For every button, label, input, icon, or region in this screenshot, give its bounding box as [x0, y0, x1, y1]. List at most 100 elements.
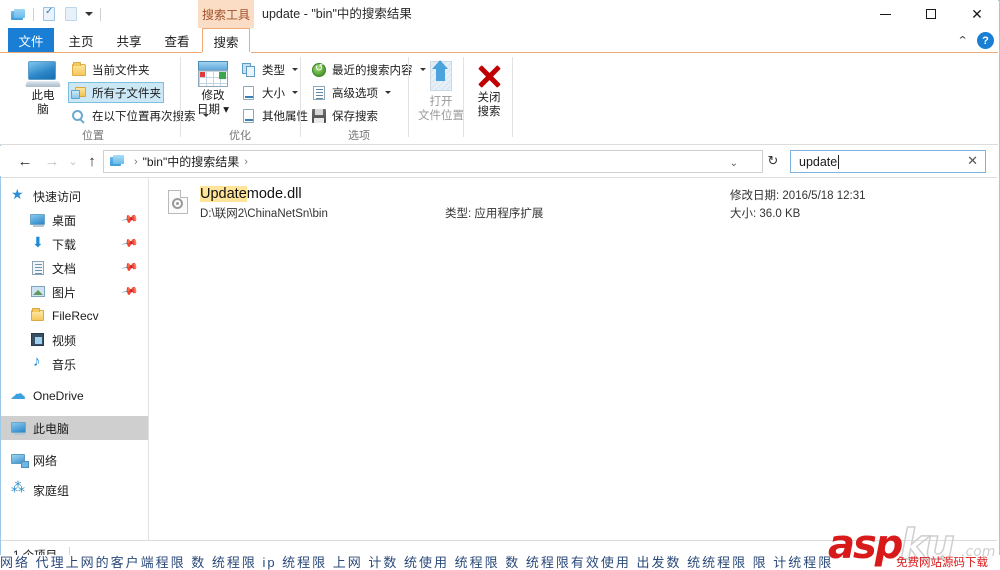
documents-icon — [30, 260, 46, 276]
ribbon-group-options: 最近的搜索内容 高级选项 保存搜索 选项 — [306, 53, 426, 145]
file-type: 类型: 应用程序扩展 — [445, 205, 543, 221]
ribbon-right-controls: ⌃ ? — [957, 28, 994, 53]
chevron-down-icon[interactable] — [292, 91, 298, 94]
ribbon-group-options-label: 选项 — [348, 130, 370, 142]
pin-icon[interactable]: 📌 — [121, 282, 140, 301]
new-folder-icon[interactable] — [60, 3, 82, 25]
file-date-label: 修改日期: — [730, 190, 780, 202]
homegroup-icon — [11, 479, 27, 498]
address-dropdown-icon[interactable]: ⌄ — [730, 158, 738, 169]
close-button[interactable]: ✕ — [954, 0, 1000, 28]
refresh-button[interactable]: ↻ — [764, 150, 782, 171]
kind-button[interactable]: 类型 — [238, 59, 301, 80]
file-size: 大小: 36.0 KB — [730, 205, 800, 221]
close-search-button[interactable]: 关闭 搜索 — [460, 57, 518, 129]
forward-button[interactable]: → — [41, 150, 63, 172]
sidebar-item-label: 音乐 — [52, 357, 77, 372]
folder-icon[interactable] — [7, 3, 29, 25]
collapse-ribbon-icon[interactable]: ⌃ — [957, 34, 969, 47]
ribbon-group-location-label: 位置 — [82, 130, 104, 142]
sidebar-item-desktop[interactable]: 桌面 📌 — [1, 208, 149, 232]
this-pc-button[interactable]: 此电 脑 — [14, 57, 72, 129]
file-list[interactable]: Updatemode.dll D:\联网2\ChinaNetSn\bin 类型:… — [150, 178, 996, 541]
table-row[interactable]: Updatemode.dll D:\联网2\ChinaNetSn\bin 类型:… — [150, 178, 996, 224]
minimize-button[interactable] — [862, 0, 908, 28]
back-button[interactable]: ← — [14, 150, 36, 172]
breadcrumb-separator-1[interactable]: › — [134, 156, 138, 168]
sidebar-item-filerecv[interactable]: FileRecv — [1, 304, 149, 328]
ribbon-group-refine: 修改 日期 ▾ 类型 大小 其他属性 优化 — [184, 53, 321, 145]
sidebar-item-quick-access[interactable]: 快速访问 — [1, 184, 149, 208]
file-name[interactable]: Updatemode.dll — [200, 186, 302, 202]
tab-view[interactable]: 查看 — [154, 28, 200, 53]
date-modified-button[interactable]: 修改 日期 ▾ — [184, 57, 242, 129]
tab-view-label: 查看 — [164, 35, 190, 49]
sidebar-item-label: 桌面 — [52, 213, 77, 228]
dll-file-icon — [168, 190, 188, 214]
file-date-value: 2016/5/18 12:31 — [782, 190, 866, 202]
sidebar-item-network[interactable]: 网络 — [1, 448, 149, 472]
sidebar-item-pictures[interactable]: 图片 📌 — [1, 280, 149, 304]
sidebar-item-onedrive[interactable]: OneDrive — [1, 384, 149, 408]
maximize-button[interactable] — [908, 0, 954, 28]
ribbon: 此电 脑 当前文件夹 所有子文件夹 在以下位置再次搜索 位置 修改 日期 ▾ 类… — [0, 53, 998, 145]
this-pc-icon — [25, 61, 61, 87]
advanced-options-button[interactable]: 高级选项 — [308, 82, 394, 103]
chevron-down-icon[interactable] — [292, 68, 298, 71]
current-folder-button[interactable]: 当前文件夹 — [68, 59, 153, 80]
properties-icon[interactable] — [38, 3, 60, 25]
subfolder-icon — [71, 85, 87, 101]
tab-home[interactable]: 主页 — [58, 28, 104, 53]
tab-search[interactable]: 搜索 — [202, 28, 250, 53]
close-search-label-line1: 关闭 — [477, 92, 501, 104]
all-subfolders-button[interactable]: 所有子文件夹 — [68, 82, 164, 103]
sidebar-item-homegroup[interactable]: 家庭组 — [1, 478, 149, 502]
sidebar-item-label: 网络 — [33, 453, 58, 468]
nav-pane-splitter[interactable] — [148, 178, 149, 541]
open-file-location-icon — [424, 60, 458, 93]
sidebar-item-this-pc[interactable]: 此电脑 — [1, 416, 149, 440]
breadcrumb-segment[interactable]: "bin"中的搜索结果 — [143, 153, 240, 170]
recent-searches-button[interactable]: 最近的搜索内容 — [308, 59, 429, 80]
desktop-background-strip: 网络 代理上网的客户端程限 数 统程限 ip 统程限 上网 计数 统使用 统程限… — [0, 555, 1000, 570]
tab-file[interactable]: 文件 — [8, 28, 54, 53]
sidebar-item-music[interactable]: 音乐 — [1, 352, 149, 376]
ribbon-group-refine-label: 优化 — [229, 130, 251, 142]
customize-qat-caret-icon[interactable] — [82, 3, 96, 25]
pin-icon[interactable]: 📌 — [121, 210, 140, 229]
background-text: 网络 代理上网的客户端程限 数 统程限 ip 统程限 上网 计数 统使用 统程限… — [0, 555, 834, 570]
file-path: D:\联网2\ChinaNetSn\bin — [200, 208, 328, 220]
breadcrumb-separator-2[interactable]: › — [244, 156, 248, 168]
size-button[interactable]: 大小 — [238, 82, 301, 103]
address-bar[interactable]: › "bin"中的搜索结果 › ⌄ — [103, 150, 763, 173]
pictures-icon — [30, 284, 46, 300]
chevron-down-icon[interactable] — [385, 91, 391, 94]
sidebar-item-documents[interactable]: 文档 📌 — [1, 256, 149, 280]
sidebar-item-videos[interactable]: 视频 — [1, 328, 149, 352]
tab-home-label: 主页 — [68, 35, 94, 49]
clear-search-icon[interactable]: ✕ — [967, 153, 978, 169]
sidebar-item-downloads[interactable]: 下载 📌 — [1, 232, 149, 256]
other-properties-label: 其他属性 — [262, 110, 308, 123]
pin-icon[interactable]: 📌 — [121, 258, 140, 277]
sidebar-item-label: 此电脑 — [33, 421, 70, 436]
text-caret — [838, 154, 840, 169]
help-icon[interactable]: ? — [977, 32, 994, 49]
up-button[interactable]: ↑ — [81, 150, 103, 172]
sidebar-item-label: OneDrive — [33, 389, 84, 403]
pin-icon[interactable]: 📌 — [121, 234, 140, 253]
current-folder-label: 当前文件夹 — [92, 64, 150, 77]
tab-share[interactable]: 共享 — [106, 28, 152, 53]
cloud-icon — [10, 384, 27, 404]
search-input[interactable]: update ✕ — [790, 150, 986, 173]
ribbon-group-divider-5 — [512, 57, 513, 137]
breadcrumb-folder-icon — [110, 154, 126, 169]
open-location-label-line1: 打开 — [429, 96, 453, 108]
navigation-pane: 快速访问 桌面 📌 下载 📌 文档 📌 图片 📌 — [1, 178, 149, 541]
save-search-button[interactable]: 保存搜索 — [308, 105, 381, 126]
close-search-icon — [474, 61, 504, 91]
network-icon — [11, 452, 29, 468]
other-properties-icon — [241, 108, 257, 124]
date-modified-label-line1: 修改 — [201, 90, 225, 102]
file-explorer-window: 搜索工具 update - "bin"中的搜索结果 ✕ 文件 主页 共享 查看 … — [0, 0, 1000, 570]
